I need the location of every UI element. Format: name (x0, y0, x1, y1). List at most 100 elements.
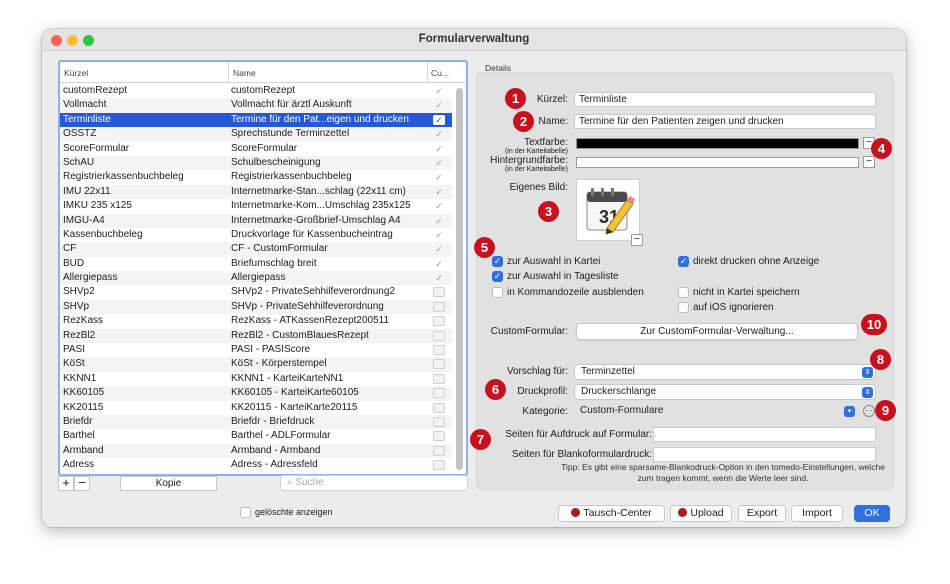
table-row[interactable]: OSSTZ Sprechstunde Terminzettel ✓ (60, 127, 452, 142)
seiten-aufdruck-field[interactable] (653, 427, 876, 442)
cell-name: Armband - Armband (231, 444, 321, 456)
table-row[interactable]: Barthel Barthel - ADLFormular (60, 429, 452, 443)
cell-kuerzel: Kassenbuchbeleg (63, 228, 143, 240)
customformular-verwaltung-button[interactable]: Zur CustomFormular-Verwaltung... (576, 323, 858, 340)
custom-checkmark-icon[interactable]: ✓ (433, 172, 445, 182)
ok-button[interactable]: OK (854, 505, 890, 522)
custom-checkbox[interactable] (433, 388, 445, 399)
table-row[interactable]: RezBl2 RezBl2 - CustomBlauesRezept (60, 328, 452, 344)
cell-name: Internetmarke-Kom...Umschlag 235x125 (231, 200, 411, 212)
kuerzel-field[interactable]: Terminliste (574, 92, 876, 107)
custom-checkmark-icon[interactable]: ✓ (433, 216, 445, 226)
nicht-speichern-option[interactable]: nicht in Kartei speichern (678, 287, 800, 298)
kommandozeile-checkbox[interactable] (492, 287, 503, 298)
remove-formular-button[interactable]: − (74, 476, 90, 491)
table-row[interactable]: CF CF - CustomFormular ✓ (60, 242, 452, 257)
show-deleted-toggle[interactable]: gelöschte anzeigen (240, 507, 333, 519)
table-row[interactable]: customRezept customRezept ✓ (60, 84, 452, 98)
custom-checkbox[interactable] (433, 359, 445, 370)
seiten-blanko-field[interactable] (653, 447, 876, 462)
tausch-center-button[interactable]: Tausch-Center (558, 505, 665, 522)
auswahl-tagesliste-checkbox[interactable]: ✓ (492, 271, 503, 282)
hintergrundfarbe-color-well[interactable] (576, 157, 859, 168)
table-row[interactable]: Armband Armband - Armband (60, 443, 452, 459)
table-row[interactable]: IMKU 235 x125 Internetmarke-Kom...Umschla… (60, 199, 452, 213)
table-row[interactable]: SHVp SHVp - PrivateSehhilfeverordnung (60, 299, 452, 315)
custom-checkbox[interactable] (433, 316, 445, 327)
table-row[interactable]: Allergiepass Allergiepass ✓ (60, 271, 452, 286)
direkt-drucken-checkbox[interactable]: ✓ (678, 256, 689, 267)
custom-checkmark-icon[interactable]: ✓ (433, 86, 445, 96)
table-row[interactable]: RezKass RezKass - ATKassenRezept200511 (60, 314, 452, 328)
show-deleted-checkbox[interactable] (240, 507, 251, 519)
column-header-name[interactable]: Name (233, 68, 256, 78)
table-row[interactable]: SHVp2 SHVp2 - PrivateSehhilfeverordnung2 (60, 285, 452, 299)
table-row[interactable]: Kassenbuchbeleg Druckvorlage für Kassenbu… (60, 228, 452, 242)
table-row[interactable]: ScoreFormular ScoreFormular ✓ (60, 142, 452, 156)
formular-table[interactable]: Kürzel Name Cu... customRezept customReze… (58, 60, 468, 476)
import-button[interactable]: Import (791, 505, 843, 522)
custom-checkmark-icon[interactable]: ✓ (433, 187, 445, 197)
custom-checkbox[interactable] (433, 445, 445, 456)
textfarbe-color-well[interactable] (576, 138, 859, 149)
hintergrundfarbe-clear-button[interactable]: − (863, 156, 875, 168)
table-row[interactable]: PASI PASI - PASIScore (60, 343, 452, 357)
custom-checkbox[interactable] (433, 431, 445, 442)
table-row[interactable]: Registrierkassenbuchbeleg Registrierkasse… (60, 170, 452, 184)
auswahl-kartei-checkbox[interactable]: ✓ (492, 256, 503, 267)
custom-checkmark-icon[interactable]: ✓ (433, 244, 445, 254)
custom-checkbox[interactable] (433, 345, 445, 356)
name-field[interactable]: Termine für den Patienten zeigen und dru… (574, 114, 876, 129)
custom-checkbox[interactable] (433, 416, 445, 427)
column-header-cu[interactable]: Cu... (431, 68, 449, 78)
custom-checkbox[interactable] (433, 330, 445, 341)
custom-checkmark-icon[interactable]: ✓ (433, 144, 445, 154)
custom-checkmark-icon[interactable]: ✓ (433, 259, 445, 269)
table-row[interactable]: SchAU Schulbescheinigung ✓ (60, 155, 452, 171)
table-row[interactable]: IMGU-A4 Internetmarke-Großbrief-Umschlag … (60, 213, 452, 228)
auswahl-kartei-option[interactable]: ✓ zur Auswahl in Kartei (492, 256, 600, 267)
ios-ignorieren-checkbox[interactable] (678, 302, 689, 313)
search-field[interactable]: ⌕ Suche (280, 475, 468, 491)
custom-checkmark-icon[interactable]: ✓ (433, 129, 445, 139)
custom-checkbox[interactable] (433, 373, 445, 384)
table-row[interactable]: KK20115 KK20115 - KarteiKarte20115 (60, 401, 452, 415)
custom-checkbox[interactable] (433, 287, 445, 298)
auswahl-tagesliste-option[interactable]: ✓ zur Auswahl in Tagesliste (492, 271, 619, 282)
copy-button[interactable]: Kopie (120, 476, 217, 491)
kommandozeile-option[interactable]: in Kommandozeile ausblenden (492, 287, 644, 298)
custom-checkbox[interactable] (433, 402, 445, 413)
table-row[interactable]: Briefdr Briefdr - Briefdruck (60, 414, 452, 430)
table-row[interactable]: Adress Adress - Adressfeld (60, 458, 452, 472)
upload-button[interactable]: Upload (670, 505, 732, 522)
table-row[interactable]: KK60105 KK60105 - KarteiKarte60105 (60, 386, 452, 401)
table-row[interactable]: KKNN1 KKNN1 - KarteiKarteNN1 (60, 372, 452, 386)
custom-checkmark-icon[interactable]: ✓ (433, 100, 445, 110)
ios-ignorieren-option[interactable]: auf iOS ignorieren (678, 302, 774, 313)
druckprofil-popup[interactable]: Druckerschlange ⇕ (574, 384, 876, 400)
table-row[interactable]: KöSt KöSt - Körperstempel (60, 357, 452, 372)
export-button[interactable]: Export (738, 505, 786, 522)
custom-checkbox[interactable] (433, 460, 445, 471)
nicht-speichern-checkbox[interactable] (678, 287, 689, 298)
table-row[interactable]: Vollmacht Vollmacht für ärztl Auskunft ✓ (60, 98, 452, 113)
custom-checkmark-icon[interactable]: ✓ (433, 273, 445, 283)
custom-checkmark-icon[interactable]: ✓ (433, 230, 445, 240)
vorschlag-popup[interactable]: Terminzettel ⇕ (574, 364, 876, 380)
table-row[interactable]: Terminliste Termine für den Pat...eigen u… (60, 112, 452, 128)
kategorie-combobox[interactable]: Custom-Formulare ▾ (574, 404, 857, 420)
table-row[interactable]: BUD Briefumschlag breit ✓ (60, 257, 452, 271)
custom-checkbox[interactable] (433, 301, 445, 312)
table-scrollbar[interactable] (456, 88, 463, 470)
direkt-drucken-option[interactable]: ✓ direkt drucken ohne Anzeige (678, 256, 819, 267)
custom-checkmark-icon[interactable]: ✓ (433, 201, 445, 211)
add-formular-button[interactable]: + (58, 476, 74, 491)
more-options-icon[interactable]: ··· (863, 405, 875, 417)
eigenes-bild-well[interactable]: 31 (576, 179, 640, 241)
table-row[interactable]: IMU 22x11 Internetmarke-Stan...schlag (22… (60, 184, 452, 200)
cell-name: RezKass - ATKassenRezept200511 (231, 315, 390, 327)
eigenes-bild-clear-button[interactable]: − (631, 234, 643, 246)
column-header-kuerzel[interactable]: Kürzel (64, 68, 88, 78)
custom-checkmark-icon[interactable]: ✓ (433, 114, 445, 125)
custom-checkmark-icon[interactable]: ✓ (433, 158, 445, 168)
